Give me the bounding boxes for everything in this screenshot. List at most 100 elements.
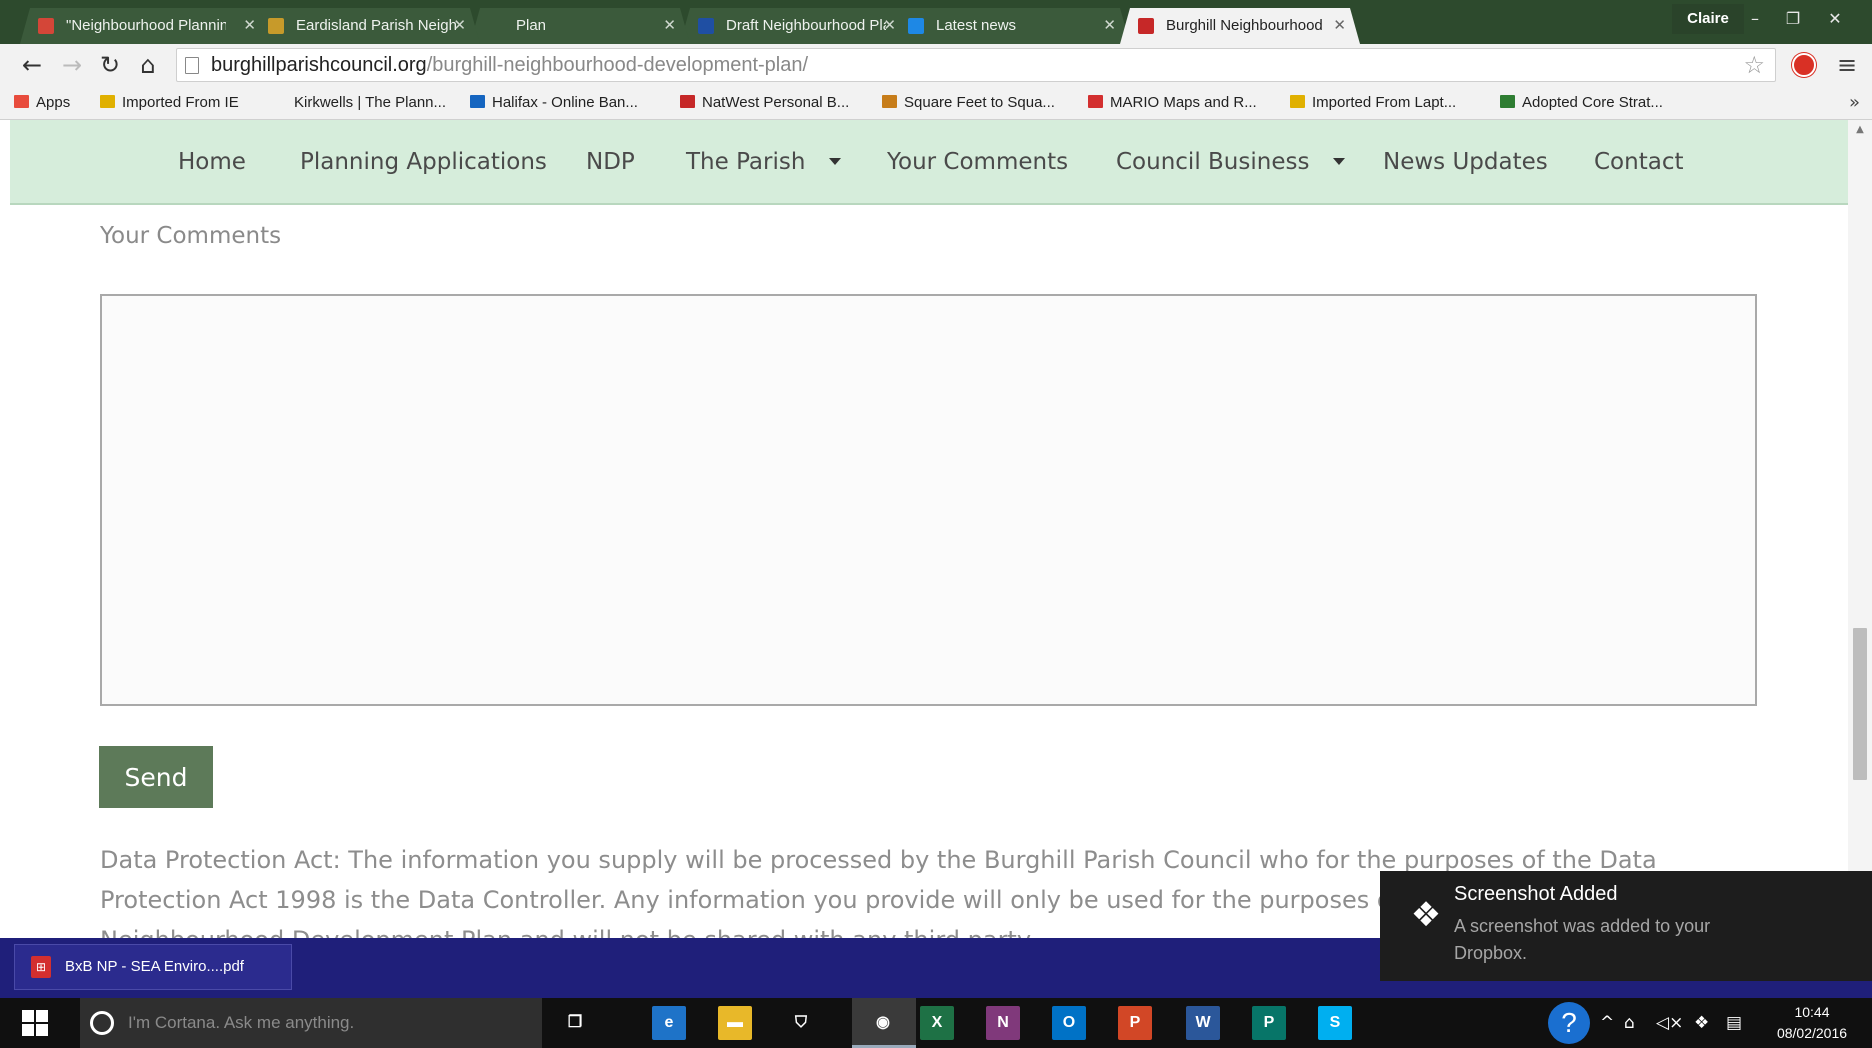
extension-icon[interactable] — [1792, 53, 1816, 77]
tab-title: Latest news — [936, 17, 1017, 34]
help-icon[interactable]: ? — [1548, 1002, 1590, 1044]
clock-date: 08/02/2016 — [1776, 1025, 1848, 1041]
browser-tab[interactable]: Latest news ✕ — [890, 8, 1130, 44]
minimize-icon[interactable]: – — [1736, 4, 1774, 34]
bookmark-item[interactable]: Halifax - Online Ban... — [470, 86, 638, 120]
tab-close-icon[interactable]: ✕ — [453, 8, 466, 44]
nav-item-home[interactable]: Home — [178, 120, 246, 205]
file-explorer-icon[interactable]: ▬ — [718, 1006, 752, 1040]
nav-item-label: Your Comments — [887, 149, 1069, 175]
task-view-icon[interactable]: ❐ — [558, 1006, 592, 1040]
outlook-icon[interactable]: O — [1052, 1006, 1086, 1040]
calendar-icon — [1138, 18, 1154, 34]
bookmark-star-icon[interactable]: ☆ — [1743, 49, 1765, 81]
bookmark-item[interactable]: Adopted Core Strat... — [1500, 86, 1663, 120]
comments-label: Your Comments — [100, 223, 282, 249]
nav-item-contact[interactable]: Contact — [1594, 120, 1683, 205]
pdf-icon: ⊞ — [31, 956, 51, 978]
clock-time: 10:44 — [1794, 1004, 1830, 1020]
edge-icon[interactable]: e — [652, 1006, 686, 1040]
nav-item-the-parish[interactable]: The Parish — [686, 120, 842, 205]
nav-item-council-business[interactable]: Council Business — [1116, 120, 1346, 205]
natwest-icon — [680, 95, 695, 108]
store-icon[interactable]: ⛉ — [784, 1006, 818, 1040]
skype-icon[interactable]: S — [1318, 1006, 1352, 1040]
tray-chevron-icon[interactable]: ^ — [1600, 998, 1614, 1048]
nav-item-planning-applications[interactable]: Planning Applications — [300, 120, 547, 205]
dropbox-notification[interactable]: ❖ Screenshot Added A screenshot was adde… — [1380, 871, 1872, 981]
bookmark-item[interactable]: NatWest Personal B... — [680, 86, 849, 120]
browser-tab[interactable]: Plan ✕ — [470, 8, 690, 44]
download-item[interactable]: ⊞ BxB NP - SEA Enviro....pdf — [14, 944, 292, 990]
onenote-icon[interactable]: N — [986, 1006, 1020, 1040]
dropbox-tray-icon[interactable]: ❖ — [1694, 998, 1709, 1048]
bookmark-item[interactable]: Kirkwells | The Plann... — [272, 86, 446, 120]
publisher-icon[interactable]: P — [1252, 1006, 1286, 1040]
tab-title: Burghill Neighbourhood D — [1166, 17, 1326, 34]
notification-title: Screenshot Added — [1454, 883, 1618, 905]
send-button[interactable]: Send — [99, 746, 213, 808]
cortana-search-box[interactable]: I'm Cortana. Ask me anything. — [80, 998, 542, 1048]
url-path: /burghill-neighbourhood-development-plan… — [426, 54, 809, 76]
nav-item-label: NDP — [586, 149, 635, 175]
page-icon — [272, 95, 287, 108]
browser-tab[interactable]: Eardisland Parish Neighb ✕ — [250, 8, 480, 44]
bookmark-item[interactable]: Imported From IE — [100, 86, 239, 120]
bookmark-label: Apps — [36, 94, 71, 111]
nav-item-label: Home — [178, 149, 246, 175]
nav-item-label: The Parish — [686, 149, 806, 175]
excel-icon[interactable]: X — [920, 1006, 954, 1040]
browser-tab[interactable]: Draft Neighbourhood Pla ✕ — [680, 8, 910, 44]
tab-close-icon[interactable]: ✕ — [663, 8, 676, 44]
reload-icon[interactable]: ↻ — [94, 49, 126, 81]
nav-item-label: News Updates — [1383, 149, 1548, 175]
scroll-up-arrow-icon[interactable]: ▲ — [1848, 124, 1872, 135]
action-center-icon[interactable]: ▤ — [1726, 998, 1742, 1048]
close-window-icon[interactable]: ✕ — [1816, 4, 1854, 34]
word-icon[interactable]: W — [1186, 1006, 1220, 1040]
dropdown-caret-icon[interactable] — [829, 158, 842, 165]
network-icon[interactable]: ⌂ — [1624, 998, 1635, 1048]
browser-tab[interactable]: Burghill Neighbourhood D ✕ — [1120, 8, 1360, 44]
volume-icon[interactable]: ◁× — [1656, 998, 1683, 1048]
crest-icon — [268, 18, 284, 34]
dropdown-caret-icon[interactable] — [1333, 158, 1346, 165]
comments-textarea[interactable] — [100, 294, 1757, 706]
tab-close-icon[interactable]: ✕ — [1103, 8, 1116, 44]
tab-close-icon[interactable]: ✕ — [1333, 8, 1346, 44]
flag-icon — [908, 18, 924, 34]
chrome-icon[interactable]: ◉ — [866, 1006, 900, 1040]
nav-item-your-comments[interactable]: Your Comments — [887, 120, 1068, 205]
home-icon[interactable]: ⌂ — [132, 49, 164, 81]
page-scrollbar[interactable]: ▲ — [1848, 120, 1872, 938]
profile-button[interactable]: Claire — [1672, 4, 1744, 34]
windows-start-icon[interactable] — [22, 1010, 48, 1036]
bookmark-item[interactable]: Square Feet to Squa... — [882, 86, 1055, 120]
bookmarks-overflow-button[interactable]: » — [1849, 86, 1860, 120]
back-icon[interactable]: ← — [16, 49, 48, 81]
site-navigation: Home Planning Applications NDP The Parish Yo… — [10, 120, 1848, 205]
restore-icon[interactable]: ❐ — [1774, 4, 1812, 34]
mail-icon — [38, 18, 54, 34]
bookmark-label: Halifax - Online Ban... — [492, 94, 638, 111]
bookmark-label: Adopted Core Strat... — [1522, 94, 1663, 111]
bookmark-label: Square Feet to Squa... — [904, 94, 1055, 111]
forward-icon[interactable]: → — [56, 49, 88, 81]
nav-item-news-updates[interactable]: News Updates — [1383, 120, 1548, 205]
nav-item-label: Contact — [1594, 149, 1684, 175]
powerpoint-icon[interactable]: P — [1118, 1006, 1152, 1040]
bookmark-item[interactable]: MARIO Maps and R... — [1088, 86, 1257, 120]
url-text[interactable]: burghillparishcouncil.org/burghill-neigh… — [211, 49, 808, 81]
address-bar[interactable]: burghillparishcouncil.org/burghill-neigh… — [176, 48, 1776, 82]
nav-item-ndp[interactable]: NDP — [586, 120, 635, 205]
browser-tab[interactable]: "Neighbourhood Plannin ✕ — [20, 8, 270, 44]
tab-close-icon[interactable]: ✕ — [243, 8, 256, 44]
bookmark-item[interactable]: Apps — [14, 86, 70, 120]
page-viewport: Home Planning Applications NDP The Parish Yo… — [0, 120, 1872, 954]
nav-item-label: Planning Applications — [300, 149, 547, 175]
system-clock[interactable]: 10:44 08/02/2016 — [1762, 1002, 1862, 1044]
scrollbar-thumb[interactable] — [1853, 628, 1867, 780]
bookmark-item[interactable]: Imported From Lapt... — [1290, 86, 1456, 120]
chrome-menu-icon[interactable]: ≡ — [1834, 50, 1860, 80]
tab-close-icon[interactable]: ✕ — [883, 8, 896, 44]
